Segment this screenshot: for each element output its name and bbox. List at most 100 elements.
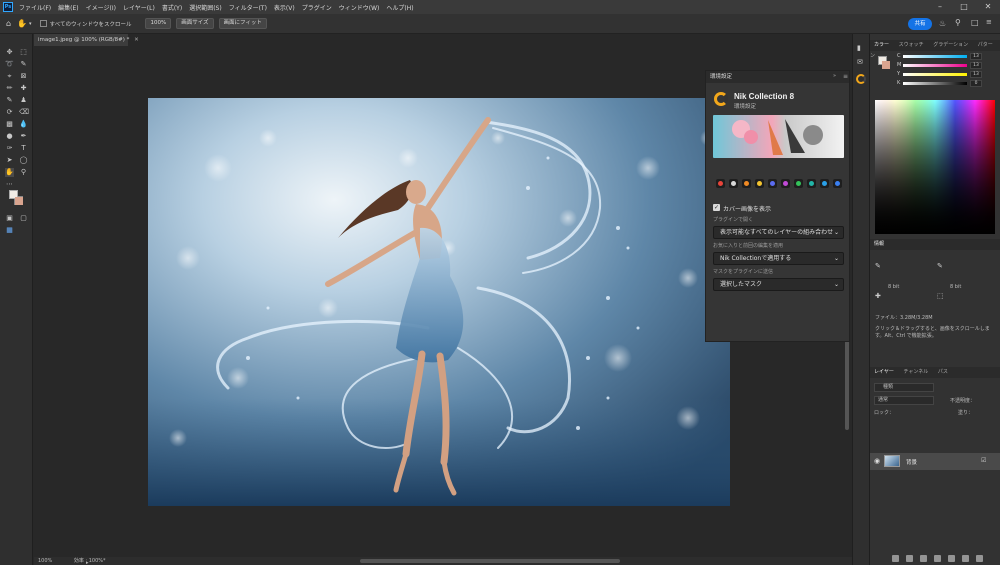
menu-view[interactable]: 表示(V) (274, 3, 295, 12)
slider-black[interactable]: K 0 (897, 80, 997, 88)
type-tool-icon[interactable]: T (19, 144, 28, 153)
slider-magenta[interactable]: M 13 (897, 62, 997, 70)
fit-screen-button[interactable]: 画面サイズ (176, 18, 214, 29)
hdr-efex-icon[interactable] (794, 179, 803, 188)
tab-gradients[interactable]: グラデーション (933, 42, 968, 48)
blend-mode-select[interactable]: 通常 (874, 396, 934, 405)
slider-yellow[interactable]: Y 13 (897, 71, 997, 79)
share-button[interactable]: 共有 (908, 18, 932, 30)
scroll-all-checkbox[interactable] (39, 20, 47, 27)
menu-type[interactable]: 書式(Y) (162, 3, 182, 12)
tab-swatches[interactable]: スウォッチ (899, 42, 924, 48)
comments-icon[interactable]: ✉ (857, 58, 863, 66)
add-mask-icon[interactable] (920, 555, 927, 562)
lock-icon[interactable]: ☑ (981, 457, 986, 464)
search-icon[interactable]: ⚲ (955, 18, 961, 27)
layer-style-icon[interactable] (906, 555, 913, 562)
tab-channels[interactable]: チャンネル (903, 369, 928, 375)
mask-select[interactable]: 選択したマスク ⌄ (713, 278, 844, 291)
document-image[interactable] (148, 98, 730, 506)
pen-tool-icon-2[interactable]: ✑ (5, 144, 14, 153)
blur-tool-icon[interactable]: 💧 (19, 120, 28, 129)
horizontal-scrollbar[interactable] (360, 559, 620, 563)
eyedropper-tool-icon[interactable]: ✏ (5, 84, 14, 93)
quick-mask-icon[interactable]: ▣ (5, 214, 14, 223)
delete-layer-icon[interactable] (976, 555, 983, 562)
shape-tool-icon[interactable]: ◯ (19, 156, 28, 165)
slider-cyan[interactable]: C 13 (897, 53, 997, 61)
menu-filter[interactable]: フィルター(T) (229, 3, 267, 12)
dodge-tool-icon[interactable]: ● (5, 132, 14, 141)
show-cover-checkbox[interactable]: ✓ (713, 204, 720, 211)
dfine-icon[interactable] (768, 179, 777, 188)
close-icon[interactable]: ✕ (976, 0, 1000, 14)
color-efex-icon[interactable] (716, 179, 725, 188)
brush-tool-icon[interactable]: ✎ (5, 96, 14, 105)
eraser-tool-icon[interactable]: ⌫ (19, 108, 29, 117)
layer-row-background[interactable]: ◉ 背景 ☑ (870, 453, 1000, 470)
document-tab[interactable]: image1.jpeg @ 100% (RGB/8#) * ✕ (34, 34, 139, 46)
settings-icon[interactable]: ≡ (986, 18, 992, 26)
new-layer-icon[interactable] (962, 555, 969, 562)
more-tools-icon[interactable]: ⋯ (5, 180, 14, 189)
collapse-icon[interactable]: » (833, 73, 836, 79)
tab-color[interactable]: カラー (874, 42, 889, 48)
presharpener-icon[interactable] (820, 179, 829, 188)
crop-tool-icon[interactable]: ⌖ (5, 72, 14, 81)
marquee-tool-icon[interactable]: ⬚ (19, 48, 28, 57)
history-icon[interactable]: ▮ (857, 44, 861, 52)
analog-efex-icon[interactable] (742, 179, 751, 188)
status-chevron-icon[interactable]: ▸ (86, 559, 89, 565)
perspective-efex-icon[interactable] (807, 179, 816, 188)
path-select-tool-icon[interactable]: ➤ (5, 156, 14, 165)
link-layers-icon[interactable] (892, 555, 899, 562)
nik-extra-icon[interactable] (833, 179, 842, 188)
layer-filter-select[interactable]: 種類 (874, 383, 934, 392)
zoom-tool-icon[interactable]: ⚲ (19, 168, 28, 177)
quick-select-tool-icon[interactable]: ✎ (19, 60, 28, 69)
lasso-tool-icon[interactable]: ➰ (5, 60, 14, 69)
menu-file[interactable]: ファイル(F) (19, 3, 51, 12)
screen-mode-icon[interactable]: ▢ (19, 214, 28, 223)
menu-image[interactable]: イメージ(I) (86, 3, 116, 12)
menu-edit[interactable]: 編集(E) (58, 3, 78, 12)
stamp-tool-icon[interactable]: ♟ (19, 96, 28, 105)
menu-select[interactable]: 選択範囲(S) (189, 3, 222, 12)
minimize-icon[interactable]: – (928, 0, 952, 14)
status-zoom[interactable]: 100% (38, 558, 52, 564)
sharpener-icon[interactable] (781, 179, 790, 188)
bg-color-chip[interactable] (882, 61, 890, 69)
fill-screen-button[interactable]: 画面にフィット (218, 18, 267, 29)
home-icon[interactable]: ⌂ (6, 19, 11, 28)
hand-tool-icon[interactable]: ✋ (5, 168, 14, 177)
bell-icon[interactable]: ♨ (939, 19, 946, 28)
zoom-100-button[interactable]: 100% (145, 18, 172, 29)
healing-brush-tool-icon[interactable]: ✚ (19, 84, 28, 93)
tab-paths[interactable]: パス (938, 369, 948, 375)
silver-efex-icon[interactable] (729, 179, 738, 188)
menu-window[interactable]: ウィンドウ(W) (339, 3, 380, 12)
slider-yellow-value[interactable]: 13 (970, 71, 982, 78)
visibility-eye-icon[interactable]: ◉ (874, 457, 880, 465)
pen-tool-icon[interactable]: ✒ (19, 132, 28, 141)
move-tool-icon[interactable]: ✥ (5, 48, 14, 57)
adjustment-layer-icon[interactable] (934, 555, 941, 562)
menu-help[interactable]: ヘルプ(H) (386, 3, 413, 12)
nik-panel-icon[interactable] (856, 74, 866, 84)
slider-cyan-value[interactable]: 13 (970, 53, 982, 60)
vertical-scrollbar[interactable] (845, 340, 849, 430)
hand-tool-icon[interactable]: ✋ (17, 19, 27, 28)
history-brush-tool-icon[interactable]: ⟳ (5, 108, 14, 117)
open-plugin-select[interactable]: 表示可能なすべてのレイヤーの組み合わせ ⌄ (713, 226, 844, 239)
slider-black-value[interactable]: 0 (970, 80, 982, 87)
slider-magenta-value[interactable]: 13 (970, 62, 982, 69)
menu-layer[interactable]: レイヤー(L) (123, 3, 155, 12)
nik-collection-icon[interactable]: ▦ (5, 226, 14, 235)
apply-select[interactable]: Nik Collectionで適用する ⌄ (713, 252, 844, 265)
frame-tool-icon[interactable]: ⊠ (19, 72, 28, 81)
workspace-icon[interactable]: □ (971, 18, 979, 27)
chevron-down-icon[interactable]: ▾ (29, 21, 32, 27)
gradient-tool-icon[interactable]: ▩ (5, 120, 14, 129)
tab-layers[interactable]: レイヤー (874, 369, 894, 375)
maximize-icon[interactable]: □ (952, 0, 976, 14)
